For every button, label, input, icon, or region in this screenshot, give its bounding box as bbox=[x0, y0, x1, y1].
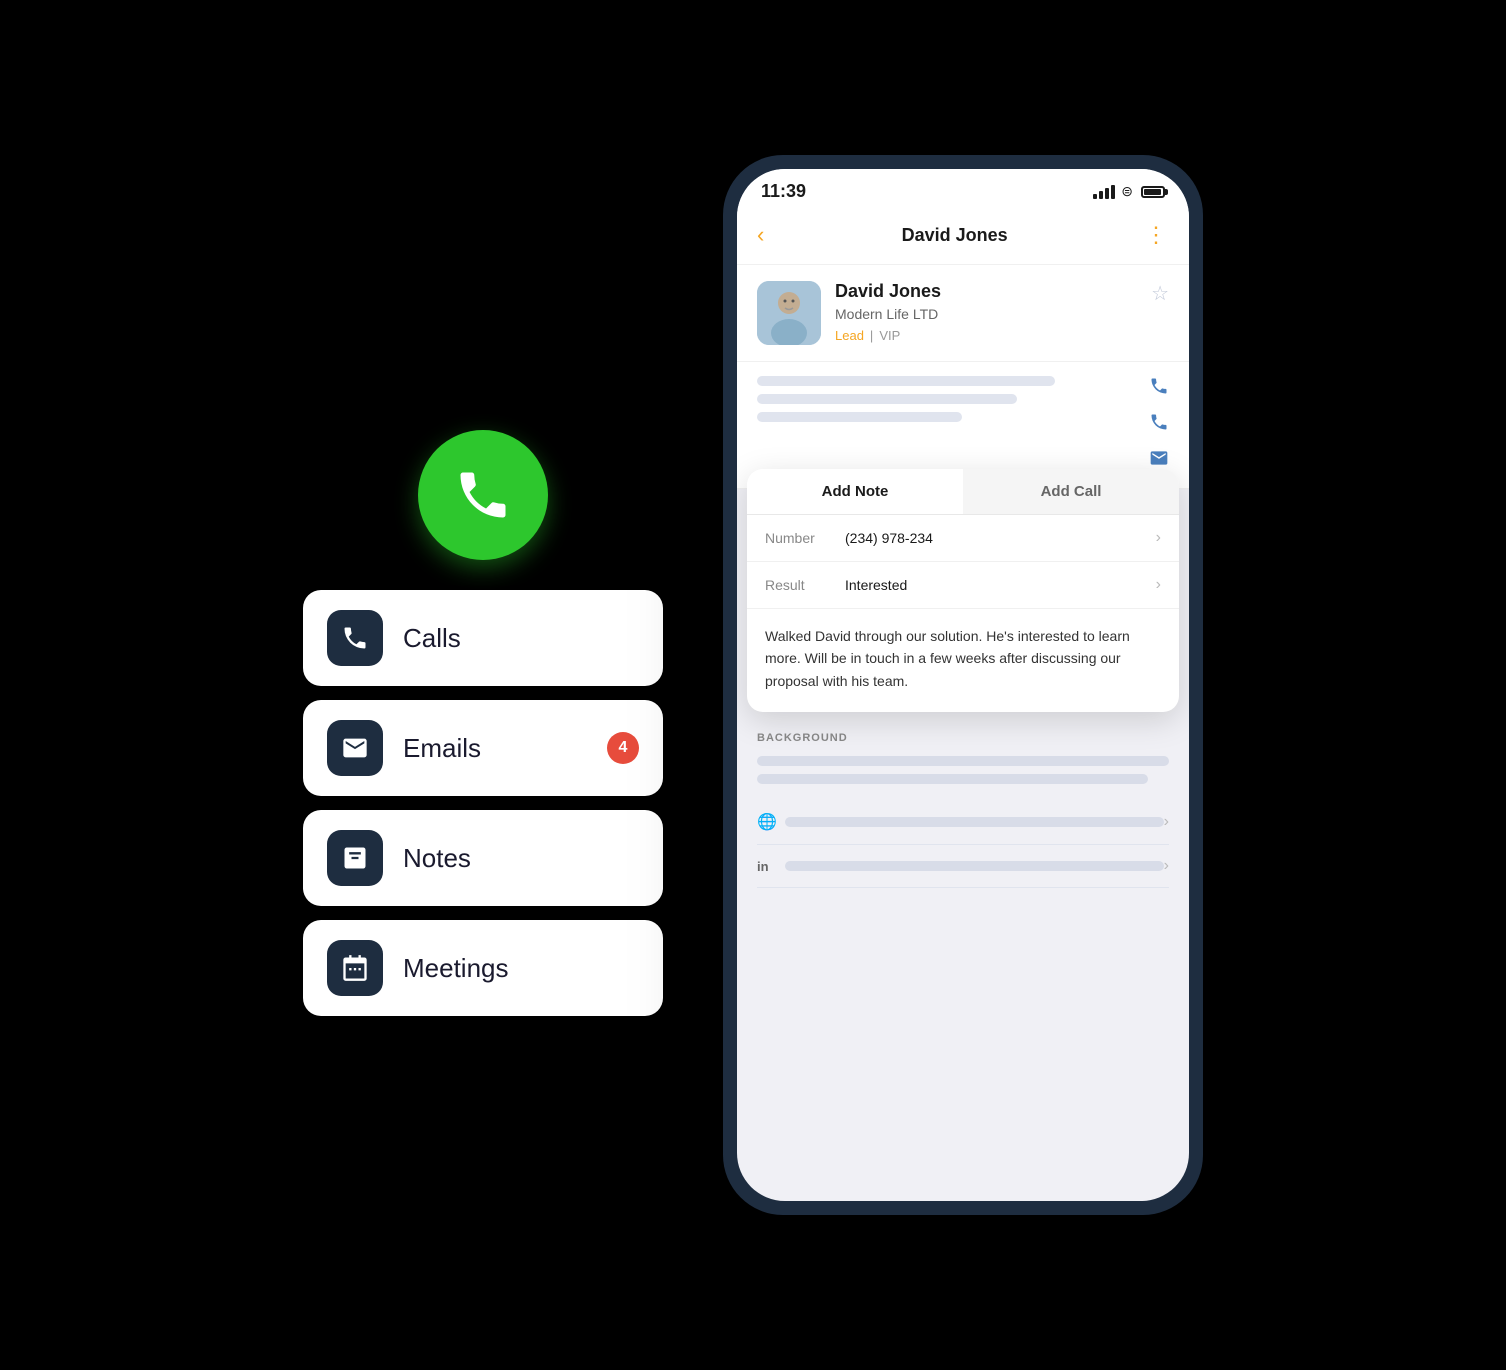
globe-icon: 🌐 bbox=[757, 812, 785, 832]
avatar bbox=[757, 281, 821, 345]
call-fab[interactable] bbox=[418, 430, 548, 560]
header-title: David Jones bbox=[902, 225, 1008, 246]
overlay-card: Add Note Add Call Number (234) 978-234 ›… bbox=[747, 469, 1179, 712]
emails-icon bbox=[341, 734, 369, 762]
tag-separator: | bbox=[870, 328, 873, 343]
linkedin-chevron-icon: › bbox=[1164, 857, 1169, 875]
number-label: Number bbox=[765, 530, 845, 546]
favorite-star-icon[interactable]: ☆ bbox=[1151, 281, 1169, 306]
contact-header: ‹ David Jones ⋮ bbox=[737, 210, 1189, 265]
tab-row: Add Note Add Call bbox=[747, 469, 1179, 515]
call-action-icon-1[interactable] bbox=[1149, 376, 1169, 402]
menu-item-calls[interactable]: Calls bbox=[303, 590, 663, 686]
calls-icon bbox=[341, 624, 369, 652]
meetings-label: Meetings bbox=[403, 953, 509, 984]
back-button[interactable]: ‹ bbox=[757, 222, 764, 248]
meetings-icon bbox=[341, 954, 369, 982]
phone-screen: 11:39 ⊜ ‹ David Jones bbox=[737, 169, 1189, 1201]
notes-icon-box bbox=[327, 830, 383, 886]
background-section: BACKGROUND 🌐 › in › bbox=[737, 712, 1189, 904]
result-row: Result Interested › bbox=[747, 562, 1179, 609]
contact-info: David Jones Modern Life LTD Lead | VIP bbox=[835, 281, 1137, 343]
status-bar: 11:39 ⊜ bbox=[737, 169, 1189, 210]
detail-line-3 bbox=[757, 412, 962, 422]
linkedin-icon: in bbox=[757, 859, 785, 874]
notes-label: Notes bbox=[403, 843, 471, 874]
menu-item-meetings[interactable]: Meetings bbox=[303, 920, 663, 1016]
linkedin-line bbox=[785, 861, 1164, 871]
note-text: Walked David through our solution. He's … bbox=[747, 609, 1179, 712]
contact-tags: Lead | VIP bbox=[835, 328, 1137, 343]
menu-list: Calls Emails 4 bbox=[303, 590, 663, 1020]
contact-company: Modern Life LTD bbox=[835, 306, 1137, 322]
meetings-icon-box bbox=[327, 940, 383, 996]
status-icons: ⊜ bbox=[1093, 183, 1165, 200]
calls-icon-box bbox=[327, 610, 383, 666]
detail-line-1 bbox=[757, 376, 1055, 386]
bg-line-2 bbox=[757, 774, 1148, 784]
result-label: Result bbox=[765, 577, 845, 593]
background-lines bbox=[757, 756, 1169, 784]
result-value: Interested bbox=[845, 577, 1156, 593]
menu-item-emails[interactable]: Emails 4 bbox=[303, 700, 663, 796]
menu-item-notes[interactable]: Notes bbox=[303, 810, 663, 906]
number-row: Number (234) 978-234 › bbox=[747, 515, 1179, 562]
number-value: (234) 978-234 bbox=[845, 530, 1156, 546]
website-chevron-icon: › bbox=[1164, 813, 1169, 831]
contact-name: David Jones bbox=[835, 281, 1137, 302]
detail-line-2 bbox=[757, 394, 1017, 404]
battery-icon bbox=[1141, 186, 1165, 198]
contact-actions bbox=[1149, 376, 1169, 474]
left-panel: Calls Emails 4 bbox=[303, 430, 663, 1020]
emails-label: Emails bbox=[403, 733, 481, 764]
website-line bbox=[785, 817, 1164, 827]
phone-icon bbox=[453, 465, 513, 525]
notes-icon bbox=[341, 844, 369, 872]
tag-lead: Lead bbox=[835, 328, 864, 343]
emails-icon-box bbox=[327, 720, 383, 776]
add-note-tab[interactable]: Add Note bbox=[747, 469, 963, 514]
detail-lines bbox=[757, 376, 1129, 474]
scene: Calls Emails 4 bbox=[203, 85, 1303, 1285]
add-call-tab[interactable]: Add Call bbox=[963, 469, 1179, 514]
bg-line-1 bbox=[757, 756, 1169, 766]
signal-icon bbox=[1093, 185, 1115, 199]
avatar-image bbox=[757, 281, 821, 345]
number-chevron-icon[interactable]: › bbox=[1156, 529, 1161, 547]
status-time: 11:39 bbox=[761, 181, 806, 202]
phone-device: 11:39 ⊜ ‹ David Jones bbox=[723, 155, 1203, 1215]
wifi-icon: ⊜ bbox=[1121, 183, 1133, 200]
result-chevron-icon[interactable]: › bbox=[1156, 576, 1161, 594]
website-row[interactable]: 🌐 › bbox=[757, 800, 1169, 845]
background-label: BACKGROUND bbox=[757, 732, 1169, 744]
call-action-icon-2[interactable] bbox=[1149, 412, 1169, 438]
emails-badge: 4 bbox=[607, 732, 639, 764]
calls-label: Calls bbox=[403, 623, 461, 654]
contact-card: David Jones Modern Life LTD Lead | VIP ☆ bbox=[737, 265, 1189, 362]
tag-vip: VIP bbox=[879, 328, 900, 343]
more-menu-button[interactable]: ⋮ bbox=[1145, 222, 1169, 248]
linkedin-row[interactable]: in › bbox=[757, 845, 1169, 888]
